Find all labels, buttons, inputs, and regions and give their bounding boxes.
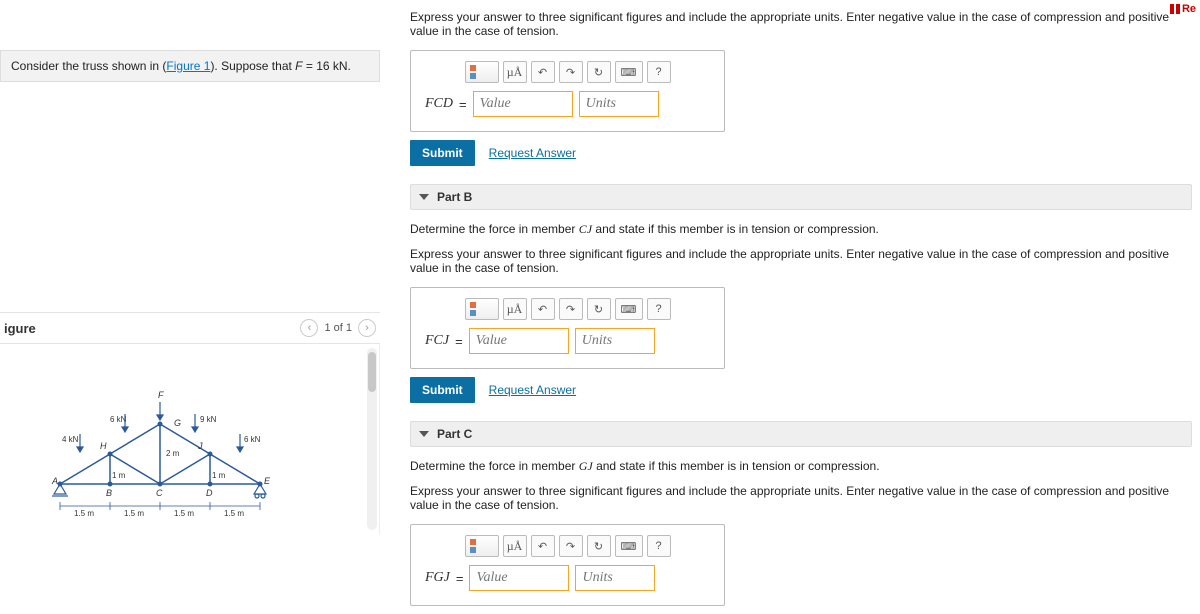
svg-text:F: F xyxy=(158,390,164,400)
templates-button[interactable] xyxy=(465,61,499,83)
keyboard-button[interactable]: ⌨ xyxy=(615,535,643,557)
special-char-button[interactable]: µÅ xyxy=(503,61,527,83)
partB-var-label: FCJ xyxy=(425,333,449,349)
partC-value-input[interactable] xyxy=(469,565,569,591)
partB-value-input[interactable] xyxy=(469,328,569,354)
partB-instructions: Express your answer to three significant… xyxy=(410,247,1192,275)
svg-text:E: E xyxy=(264,476,271,486)
svg-text:9 kN: 9 kN xyxy=(200,415,217,424)
truss-diagram: F G H J A B C D E 4 kN 6 kN 9 kN 6 kN 2 … xyxy=(40,384,320,524)
redo-button[interactable]: ↷ xyxy=(559,61,583,83)
partC-question: Determine the force in member GJ and sta… xyxy=(410,459,1192,474)
reset-button[interactable]: ↻ xyxy=(587,535,611,557)
svg-text:6 kN: 6 kN xyxy=(110,415,127,424)
fig-prev-button[interactable]: ‹ xyxy=(300,319,318,337)
partB-submit-button[interactable]: Submit xyxy=(410,377,475,403)
keyboard-button[interactable]: ⌨ xyxy=(615,298,643,320)
fig-next-button[interactable]: › xyxy=(358,319,376,337)
svg-text:G: G xyxy=(174,418,181,428)
partA-instructions: Express your answer to three significant… xyxy=(410,10,1192,38)
caret-down-icon xyxy=(419,431,429,437)
partC-header[interactable]: Part C xyxy=(410,421,1192,447)
help-button[interactable]: ? xyxy=(647,61,671,83)
templates-button[interactable] xyxy=(465,298,499,320)
svg-text:1.5 m: 1.5 m xyxy=(74,509,94,518)
svg-text:A: A xyxy=(51,476,58,486)
partA-var-label: FCD xyxy=(425,96,453,112)
figure-panel: F G H J A B C D E 4 kN 6 kN 9 kN 6 kN 2 … xyxy=(0,344,380,534)
figure-link[interactable]: Figure 1 xyxy=(166,59,210,73)
svg-text:1 m: 1 m xyxy=(112,471,126,480)
redo-button[interactable]: ↷ xyxy=(559,535,583,557)
keyboard-button[interactable]: ⌨ xyxy=(615,61,643,83)
equals-sign: = xyxy=(455,334,463,349)
partC-answer-box: µÅ ↶ ↷ ↻ ⌨ ? FGJ = xyxy=(410,524,725,606)
figure-heading: igure xyxy=(4,321,36,336)
partB-answer-box: µÅ ↶ ↷ ↻ ⌨ ? FCJ = xyxy=(410,287,725,369)
svg-text:B: B xyxy=(106,488,112,498)
partA-answer-box: µÅ ↶ ↷ ↻ ⌨ ? FCD = xyxy=(410,50,725,132)
partC-units-input[interactable] xyxy=(575,565,655,591)
special-char-button[interactable]: µÅ xyxy=(503,535,527,557)
partC-instructions: Express your answer to three significant… xyxy=(410,484,1192,512)
svg-text:J: J xyxy=(197,441,203,451)
partC-var-label: FGJ xyxy=(425,570,450,586)
equals-sign: = xyxy=(456,571,464,586)
svg-text:1.5 m: 1.5 m xyxy=(124,509,144,518)
svg-text:1 m: 1 m xyxy=(212,471,226,480)
redo-button[interactable]: ↷ xyxy=(559,298,583,320)
svg-text:1.5 m: 1.5 m xyxy=(224,509,244,518)
figure-scrollbar[interactable] xyxy=(367,348,377,530)
svg-text:2 m: 2 m xyxy=(166,449,180,458)
partA-value-input[interactable] xyxy=(473,91,573,117)
help-button[interactable]: ? xyxy=(647,298,671,320)
equals-sign: = xyxy=(459,97,467,112)
partA-units-input[interactable] xyxy=(579,91,659,117)
reset-button[interactable]: ↻ xyxy=(587,61,611,83)
figure-counter: 1 of 1 xyxy=(324,322,352,334)
undo-button[interactable]: ↶ xyxy=(531,61,555,83)
caret-down-icon xyxy=(419,194,429,200)
svg-text:6 kN: 6 kN xyxy=(244,435,261,444)
undo-button[interactable]: ↶ xyxy=(531,298,555,320)
partB-request-answer-link[interactable]: Request Answer xyxy=(489,383,576,397)
templates-button[interactable] xyxy=(465,535,499,557)
partB-question: Determine the force in member CJ and sta… xyxy=(410,222,1192,237)
svg-text:C: C xyxy=(156,488,163,498)
svg-text:4 kN: 4 kN xyxy=(62,435,79,444)
problem-statement: Consider the truss shown in (Figure 1). … xyxy=(0,50,380,82)
undo-button[interactable]: ↶ xyxy=(531,535,555,557)
reset-button[interactable]: ↻ xyxy=(587,298,611,320)
special-char-button[interactable]: µÅ xyxy=(503,298,527,320)
partA-request-answer-link[interactable]: Request Answer xyxy=(489,146,576,160)
svg-text:H: H xyxy=(100,441,107,451)
help-button[interactable]: ? xyxy=(647,535,671,557)
partA-submit-button[interactable]: Submit xyxy=(410,140,475,166)
svg-text:1.5 m: 1.5 m xyxy=(174,509,194,518)
svg-text:D: D xyxy=(206,488,213,498)
partB-units-input[interactable] xyxy=(575,328,655,354)
partB-header[interactable]: Part B xyxy=(410,184,1192,210)
